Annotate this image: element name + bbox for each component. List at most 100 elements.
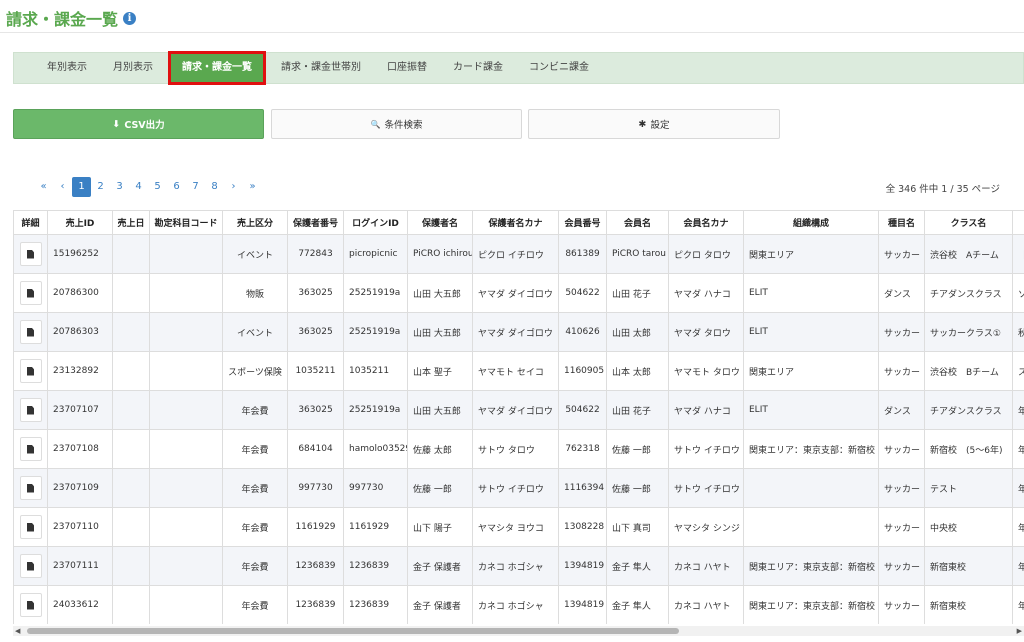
table-cell — [112, 546, 150, 586]
table-row[interactable]: 23707110 年会費 1161929 1161929 山下 陽子 ヤマシタ ヨウコ 13… — [13, 507, 1024, 547]
tab-monthly[interactable]: 月別表示 — [100, 52, 166, 84]
table-row[interactable]: 23707107 年会費 363025 25251919a 山田 大五郎 ヤマダ ダイゴロ… — [13, 390, 1024, 430]
csv-export-button[interactable]: ⬇ CSV出力 — [13, 109, 264, 139]
table-row[interactable]: 20786300 物販 363025 25251919a 山田 大五郎 ヤマダ ダイゴロウ… — [13, 273, 1024, 313]
table-cell: ヤマモト セイコ — [472, 351, 559, 391]
document-icon — [27, 483, 34, 493]
scroll-left-icon[interactable]: ◀ — [15, 626, 20, 636]
table-cell: カネコ ハヤト — [668, 585, 744, 624]
page-link-6[interactable]: 6 — [167, 177, 186, 197]
table-cell: 1236839 — [287, 546, 344, 586]
table-cell: 363025 — [287, 273, 344, 313]
table-cell: 渋谷校 Aチーム — [924, 234, 1013, 274]
detail-button[interactable] — [19, 593, 42, 617]
table-cell: 1116394 — [558, 468, 607, 508]
table-cell — [112, 429, 150, 469]
detail-cell — [13, 351, 48, 391]
table-cell: テスト — [924, 468, 1013, 508]
page-link-1[interactable]: 1 — [72, 177, 91, 197]
column-header: クラス名 — [924, 210, 1013, 235]
condition-search-button[interactable]: 🔍 条件検索 — [271, 109, 522, 139]
table-cell — [112, 585, 150, 624]
tab-card-billing[interactable]: カード課金 — [440, 52, 516, 84]
first-page-link[interactable]: « — [34, 177, 53, 197]
table-row[interactable]: 15196252 イベント 772843 picropicnic PiCRO ichir… — [13, 234, 1024, 274]
column-header: 会員名カナ — [668, 210, 744, 235]
table-cell: 1236839 — [287, 585, 344, 624]
table-cell: 新宿東校 — [924, 585, 1013, 624]
info-icon[interactable]: i — [123, 11, 137, 25]
search-icon: 🔍 — [370, 119, 381, 129]
table-cell: 中央校 — [924, 507, 1013, 547]
column-header: 種目名 — [878, 210, 925, 235]
tab-convenience-billing[interactable]: コンビニ課金 — [516, 52, 602, 84]
table-cell: 年会費 — [222, 585, 288, 624]
page-link-3[interactable]: 3 — [110, 177, 129, 197]
detail-cell — [13, 507, 48, 547]
prev-page-link[interactable]: ‹ — [53, 177, 72, 197]
next-page-link[interactable]: › — [224, 177, 243, 197]
page-link-4[interactable]: 4 — [129, 177, 148, 197]
billing-table: 詳細 売上ID 売上日 勘定科目コード 売上区分 保護者番号 ログインID 保護者名 保護者名カ… — [13, 210, 1024, 624]
title-divider — [0, 32, 1024, 33]
table-cell: 772843 — [287, 234, 344, 274]
scroll-right-icon[interactable]: ▶ — [1017, 626, 1022, 636]
detail-button[interactable] — [19, 476, 42, 500]
table-cell: 山田 花子 — [606, 390, 669, 430]
table-cell — [149, 351, 223, 391]
table-cell: サッカー — [878, 546, 925, 586]
table-cell: 年会 — [1012, 507, 1024, 547]
tab-billing-list[interactable]: 請求・課金一覧 — [168, 51, 266, 85]
table-cell — [149, 234, 223, 274]
detail-button[interactable] — [19, 515, 42, 539]
table-row[interactable]: 23132892 スポーツ保険 1035211 1035211 山本 聖子 ヤマモト セイ… — [13, 351, 1024, 391]
document-icon — [27, 522, 34, 532]
table-cell: 1236839 — [343, 546, 408, 586]
tab-billing-household[interactable]: 請求・課金世帯別 — [268, 52, 374, 84]
detail-button[interactable] — [19, 359, 42, 383]
table-cell — [112, 468, 150, 508]
document-icon — [27, 288, 34, 298]
table-cell: 1394819 — [558, 546, 607, 586]
page-link-8[interactable]: 8 — [205, 177, 224, 197]
table-cell: ソッ — [1012, 273, 1024, 313]
column-header: 会員名 — [606, 210, 669, 235]
horizontal-scrollbar[interactable]: ◀ ▶ — [13, 626, 1024, 636]
table-cell: picropicnic — [343, 234, 408, 274]
table-cell: カネコ ホゴシャ — [472, 585, 559, 624]
page-link-7[interactable]: 7 — [186, 177, 205, 197]
last-page-link[interactable]: » — [243, 177, 262, 197]
detail-button[interactable] — [19, 281, 42, 305]
table-cell — [149, 468, 223, 508]
page-link-5[interactable]: 5 — [148, 177, 167, 197]
table-cell: 関東エリア：東京支部：新宿校 — [743, 429, 879, 469]
detail-button[interactable] — [19, 320, 42, 344]
table-cell: 関東エリア：東京支部：新宿校 — [743, 585, 879, 624]
table-cell: カネコ ホゴシャ — [472, 546, 559, 586]
settings-button[interactable]: ✱ 設定 — [528, 109, 780, 139]
table-cell: 佐藤 太郎 — [407, 429, 473, 469]
page-link-2[interactable]: 2 — [91, 177, 110, 197]
table-row[interactable]: 24033612 年会費 1236839 1236839 金子 保護者 カネコ ホゴシャ 1… — [13, 585, 1024, 624]
tab-bank-transfer[interactable]: 口座振替 — [374, 52, 440, 84]
document-icon — [27, 444, 34, 454]
table-row[interactable]: 23707108 年会費 684104 hamolo03529 佐藤 太郎 サトウ タロウ… — [13, 429, 1024, 469]
table-row[interactable]: 23707109 年会費 997730 997730 佐藤 一郎 サトウ イチロウ 1116… — [13, 468, 1024, 508]
detail-button[interactable] — [19, 398, 42, 422]
download-icon: ⬇ — [112, 118, 121, 130]
detail-button[interactable] — [19, 554, 42, 578]
detail-button[interactable] — [19, 242, 42, 266]
table-cell: hamolo03529 — [343, 429, 408, 469]
detail-cell — [13, 429, 48, 469]
scrollbar-thumb[interactable] — [27, 628, 679, 634]
table-cell: 23707108 — [47, 429, 113, 469]
detail-button[interactable] — [19, 437, 42, 461]
table-row[interactable]: 23707111 年会費 1236839 1236839 金子 保護者 カネコ ホゴシャ 1… — [13, 546, 1024, 586]
table-cell: 新宿校 (5〜6年) — [924, 429, 1013, 469]
table-cell: 【必 — [1012, 234, 1024, 274]
table-row[interactable]: 20786303 イベント 363025 25251919a 山田 大五郎 ヤマダ ダイゴ… — [13, 312, 1024, 352]
condition-search-label: 条件検索 — [384, 120, 423, 131]
table-cell: ピクロ タロウ — [668, 234, 744, 274]
table-cell: 山田 花子 — [606, 273, 669, 313]
tab-yearly[interactable]: 年別表示 — [34, 52, 100, 84]
